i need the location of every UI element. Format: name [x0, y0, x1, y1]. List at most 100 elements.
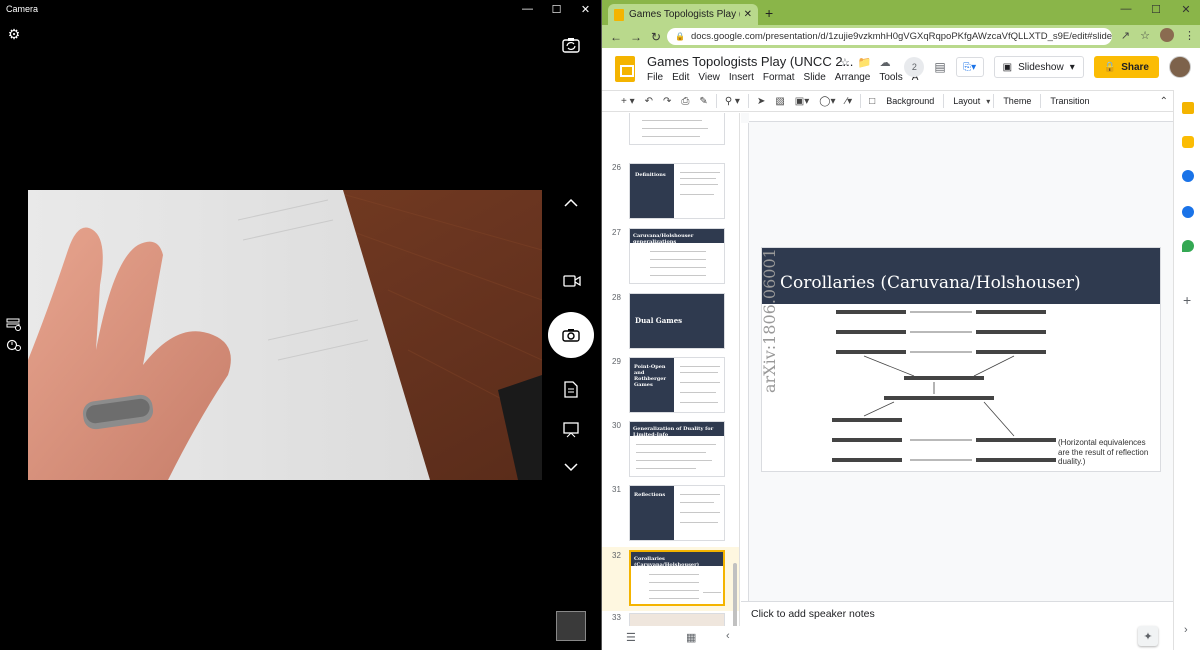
- menu-tools[interactable]: Tools: [879, 72, 902, 83]
- maximize-icon[interactable]: ☐: [542, 0, 571, 18]
- back-icon[interactable]: ←: [606, 30, 626, 44]
- close-tab-icon[interactable]: ✕: [744, 9, 752, 20]
- filmstrip-slide[interactable]: [602, 113, 739, 165]
- select-cursor-icon[interactable]: ➤: [752, 96, 770, 107]
- filmstrip-slide[interactable]: 29 Point-Open and Rothberger Games: [602, 357, 739, 419]
- explore-button[interactable]: ✦: [1138, 626, 1158, 646]
- new-slide-icon[interactable]: + ▾: [616, 96, 640, 107]
- horizontal-ruler: [749, 113, 1173, 122]
- tab-slides[interactable]: Games Topologists Play (UNCC 2... ✕: [608, 4, 758, 25]
- menu-format[interactable]: Format: [763, 72, 795, 83]
- chevron-down-icon[interactable]: [563, 461, 579, 473]
- close-icon[interactable]: ✕: [571, 0, 600, 18]
- tasks-icon[interactable]: [1182, 170, 1194, 182]
- filmstrip-scrollbar[interactable]: [733, 233, 737, 650]
- slideshow-icon: ▣: [1002, 61, 1013, 73]
- gear-icon[interactable]: ⚙: [6, 26, 22, 42]
- slideshow-label: Slideshow: [1018, 61, 1064, 73]
- shutter-button[interactable]: [548, 312, 594, 358]
- slide-thumbnail: Dual Games: [629, 293, 725, 349]
- grid-settings-icon[interactable]: [6, 318, 21, 331]
- slideshow-button[interactable]: ▣ Slideshow ▾: [993, 56, 1084, 78]
- slides-logo-icon[interactable]: [615, 56, 635, 82]
- slide-note[interactable]: (Horizontal equivalences are the result …: [1058, 438, 1158, 467]
- redo-icon[interactable]: ↷: [658, 96, 676, 107]
- switch-camera-icon[interactable]: [561, 36, 581, 54]
- move-folder-icon[interactable]: 📁: [858, 56, 872, 69]
- filmstrip-slide[interactable]: 31 Reflections: [602, 485, 739, 547]
- profile-avatar[interactable]: [1160, 28, 1174, 42]
- expand-panel-icon[interactable]: ›: [1184, 624, 1188, 636]
- collapse-panel-icon[interactable]: ‹: [726, 630, 730, 642]
- shape-icon[interactable]: ◯▾: [814, 96, 840, 107]
- address-bar[interactable]: 🔒 docs.google.com/presentation/d/1zujie9…: [667, 28, 1112, 45]
- share-button[interactable]: 🔒 Share: [1093, 56, 1159, 78]
- maps-icon[interactable]: [1182, 240, 1194, 252]
- menu-insert[interactable]: Insert: [729, 72, 754, 83]
- video-icon[interactable]: [563, 274, 581, 288]
- slide-number: 27: [612, 228, 621, 237]
- new-tab-icon[interactable]: +: [765, 5, 773, 21]
- zoom-icon[interactable]: ⚲ ▾: [720, 96, 745, 107]
- undo-icon[interactable]: ↶: [640, 96, 658, 107]
- chevron-up-icon[interactable]: [563, 197, 579, 209]
- filmstrip-slide-selected[interactable]: 32 Corollaries (Caruvana/Holshouser): [602, 547, 739, 611]
- filmstrip-view-icon[interactable]: ☰: [626, 631, 636, 644]
- grid-view-icon[interactable]: ▦: [686, 631, 696, 644]
- menu-arrange[interactable]: Arrange: [835, 72, 871, 83]
- layout-button[interactable]: Layout: [947, 96, 986, 106]
- share-page-icon[interactable]: ↗: [1121, 29, 1130, 42]
- last-photo-thumbnail[interactable]: [556, 611, 586, 641]
- bookmark-star-icon[interactable]: ☆: [1140, 29, 1150, 42]
- slide-title[interactable]: Corollaries (Caruvana/Holshouser): [780, 273, 1081, 293]
- slide-thumbnail: Corollaries (Caruvana/Holshouser): [629, 550, 725, 606]
- filmstrip-slide[interactable]: 26 Definitions: [602, 163, 739, 225]
- more-menu-icon[interactable]: ⋮: [1184, 29, 1195, 42]
- menu-file[interactable]: File: [647, 72, 663, 83]
- background-button[interactable]: Background: [880, 96, 940, 106]
- line-icon[interactable]: ∕▾: [840, 96, 857, 107]
- filmstrip-slide[interactable]: 27 Caruvana/Holshouser generalizations: [602, 228, 739, 290]
- menu-slide[interactable]: Slide: [804, 72, 826, 83]
- comments-icon[interactable]: ▤: [934, 60, 945, 74]
- toolbar-divider: [860, 94, 862, 108]
- maximize-icon[interactable]: ☐: [1141, 0, 1171, 18]
- present-icon: ⎘: [963, 61, 972, 73]
- menu-edit[interactable]: Edit: [672, 72, 689, 83]
- speaker-notes[interactable]: Click to add speaker notes ✦: [741, 601, 1173, 650]
- menu-view[interactable]: View: [698, 72, 720, 83]
- forward-icon[interactable]: →: [626, 30, 646, 44]
- filmstrip-slide[interactable]: 28 Dual Games: [602, 293, 739, 355]
- document-icon[interactable]: [564, 381, 578, 398]
- whiteboard-icon[interactable]: [563, 422, 579, 438]
- menu-bar: File Edit View Insert Format Slide Arran…: [647, 72, 918, 83]
- slide-number: 33: [612, 613, 621, 622]
- collaborators-count[interactable]: 2: [904, 57, 925, 77]
- filmstrip-slide[interactable]: 30 Generalization of Duality for Limited…: [602, 421, 739, 483]
- document-title[interactable]: Games Topologists Play (UNCC 2...: [647, 54, 853, 69]
- minimize-icon[interactable]: —: [513, 0, 542, 18]
- add-comment-icon[interactable]: □: [864, 96, 880, 107]
- reload-icon[interactable]: ↻: [646, 30, 666, 44]
- timer-icon[interactable]: [6, 338, 21, 352]
- collapse-toolbar-icon[interactable]: ⌃: [1155, 96, 1173, 107]
- theme-button[interactable]: Theme: [997, 96, 1037, 106]
- paint-format-icon[interactable]: ✎: [694, 96, 712, 107]
- transition-button[interactable]: Transition: [1044, 96, 1095, 106]
- calendar-icon[interactable]: [1182, 102, 1194, 114]
- add-addon-icon[interactable]: +: [1183, 292, 1191, 308]
- chevron-down-icon[interactable]: ▾: [1070, 62, 1075, 73]
- keep-icon[interactable]: [1182, 136, 1194, 148]
- star-icon[interactable]: ☆: [840, 56, 850, 69]
- image-icon[interactable]: ▣▾: [790, 96, 814, 107]
- account-avatar[interactable]: [1169, 56, 1191, 78]
- text-box-icon[interactable]: ▧: [770, 96, 789, 107]
- camera-window-controls: — ☐ ✕: [513, 0, 600, 18]
- close-icon[interactable]: ✕: [1171, 0, 1200, 18]
- print-icon[interactable]: ⎙: [676, 96, 694, 107]
- browser-window-controls: — ☐ ✕: [1111, 0, 1200, 18]
- contacts-icon[interactable]: [1182, 206, 1194, 218]
- meet-present-button[interactable]: ⎘ ▾: [955, 57, 984, 77]
- minimize-icon[interactable]: —: [1111, 0, 1141, 18]
- slide-canvas[interactable]: Corollaries (Caruvana/Holshouser) arXiv:…: [761, 247, 1161, 472]
